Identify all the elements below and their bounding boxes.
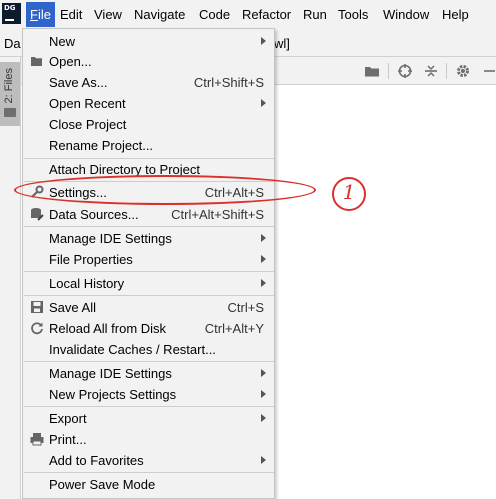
collapse-all-icon[interactable] (423, 63, 439, 79)
menu-help[interactable]: Help (438, 2, 473, 27)
menu-bar: DG File Edit View Navigate Code Refactor… (0, 0, 496, 29)
menu-item-label: Open Recent (49, 96, 126, 111)
menu-item-label: Data Sources... (49, 207, 139, 222)
menu-file-rest: ile (37, 7, 51, 22)
menu-separator (24, 295, 274, 296)
menu-item-local-history[interactable]: Local History (24, 273, 274, 294)
menu-item-export[interactable]: Export (24, 408, 274, 429)
menu-separator (24, 472, 274, 473)
breadcrumb-tail[interactable]: wl] (274, 36, 290, 51)
menu-item-label: Save As... (49, 75, 108, 90)
menu-item-label: Close Project (49, 117, 127, 132)
menu-navigate[interactable]: Navigate (130, 2, 189, 27)
file-menu-dropdown: New Open... Save As... Ctrl+Shift+S Open… (22, 28, 275, 499)
open-folder-icon (30, 54, 44, 68)
menu-tools[interactable]: Tools (334, 2, 372, 27)
menu-window[interactable]: Window (379, 2, 433, 27)
menu-file-mnemonic: F (30, 7, 38, 22)
menu-separator (24, 226, 274, 227)
menu-item-manage-ide-settings[interactable]: Manage IDE Settings (24, 228, 274, 249)
menu-file[interactable]: File (26, 2, 55, 27)
menu-item-close-project[interactable]: Close Project (24, 114, 274, 135)
menu-view[interactable]: View (90, 2, 126, 27)
menu-item-label: Save All (49, 300, 96, 315)
menu-item-shortcut: Ctrl+Shift+S (193, 75, 264, 90)
menu-item-label: Print... (49, 432, 87, 447)
menu-item-power-save-mode[interactable]: Power Save Mode (24, 474, 274, 495)
minimize-icon[interactable] (481, 63, 496, 79)
menu-item-label: New Projects Settings (49, 387, 177, 402)
menu-item-add-to-favorites[interactable]: Add to Favorites (24, 450, 274, 471)
toolbar-divider (446, 63, 447, 79)
submenu-arrow-icon (261, 99, 266, 107)
submenu-arrow-icon (261, 369, 266, 377)
menu-item-label: Manage IDE Settings (49, 231, 172, 246)
app-logo: DG (2, 3, 21, 24)
menu-item-label: Export (49, 411, 87, 426)
menu-item-label: Manage IDE Settings (49, 366, 172, 381)
menu-item-open-recent[interactable]: Open Recent (24, 93, 274, 114)
locate-icon[interactable] (397, 63, 413, 79)
folder-icon (4, 108, 16, 117)
save-icon (30, 300, 44, 314)
menu-run[interactable]: Run (299, 2, 331, 27)
refresh-icon (30, 321, 44, 335)
printer-icon (30, 432, 44, 446)
menu-item-file-properties[interactable]: File Properties (24, 249, 274, 270)
menu-refactor[interactable]: Refactor (238, 2, 295, 27)
menu-item-shortcut: Ctrl+Alt+Shift+S (171, 207, 264, 222)
menu-item-label: Reload All from Disk (49, 321, 167, 336)
breadcrumb[interactable]: Da (4, 36, 21, 51)
menu-item-shortcut: Ctrl+Alt+Y (204, 321, 264, 336)
menu-item-manage-ide-settings-2[interactable]: Manage IDE Settings (24, 363, 274, 384)
menu-item-label: Local History (49, 276, 125, 291)
menu-item-label: File Properties (49, 252, 133, 267)
annotation-number: 1 (342, 180, 356, 204)
menu-item-label: Add to Favorites (49, 453, 144, 468)
menu-item-data-sources[interactable]: Data Sources... Ctrl+Alt+Shift+S (24, 204, 274, 225)
submenu-arrow-icon (261, 37, 266, 45)
files-tab-label: 2: Files (3, 68, 15, 104)
submenu-arrow-icon (261, 390, 266, 398)
menu-item-invalidate-caches[interactable]: Invalidate Caches / Restart... (24, 339, 274, 360)
menu-item-label: Rename Project... (49, 138, 154, 153)
menu-item-print[interactable]: Print... (24, 429, 274, 450)
submenu-arrow-icon (261, 279, 266, 287)
folder-icon[interactable] (364, 63, 380, 79)
menu-item-new[interactable]: New (24, 31, 274, 52)
menu-separator (24, 361, 274, 362)
menu-item-new-projects-settings[interactable]: New Projects Settings (24, 384, 274, 405)
menu-item-rename-project[interactable]: Rename Project... (24, 135, 274, 156)
menu-edit[interactable]: Edit (56, 2, 86, 27)
menu-item-open[interactable]: Open... (24, 51, 274, 72)
menu-item-save-as[interactable]: Save As... Ctrl+Shift+S (24, 72, 274, 93)
gear-icon[interactable] (455, 63, 471, 79)
menu-item-shortcut: Ctrl+S (227, 300, 264, 315)
menu-separator (24, 406, 274, 407)
annotation-ellipse (14, 175, 316, 205)
menu-item-label: Power Save Mode (49, 477, 156, 492)
toolbar-divider (388, 63, 389, 79)
submenu-arrow-icon (261, 456, 266, 464)
submenu-arrow-icon (261, 234, 266, 242)
submenu-arrow-icon (261, 255, 266, 263)
menu-code[interactable]: Code (195, 2, 234, 27)
submenu-arrow-icon (261, 414, 266, 422)
database-wrench-icon (30, 207, 44, 221)
menu-item-label: Invalidate Caches / Restart... (49, 342, 216, 357)
menu-item-label: Open... (49, 54, 92, 69)
menu-item-save-all[interactable]: Save All Ctrl+S (24, 297, 274, 318)
menu-item-reload-all[interactable]: Reload All from Disk Ctrl+Alt+Y (24, 318, 274, 339)
menu-separator (24, 271, 274, 272)
menu-item-label: New (49, 34, 76, 49)
